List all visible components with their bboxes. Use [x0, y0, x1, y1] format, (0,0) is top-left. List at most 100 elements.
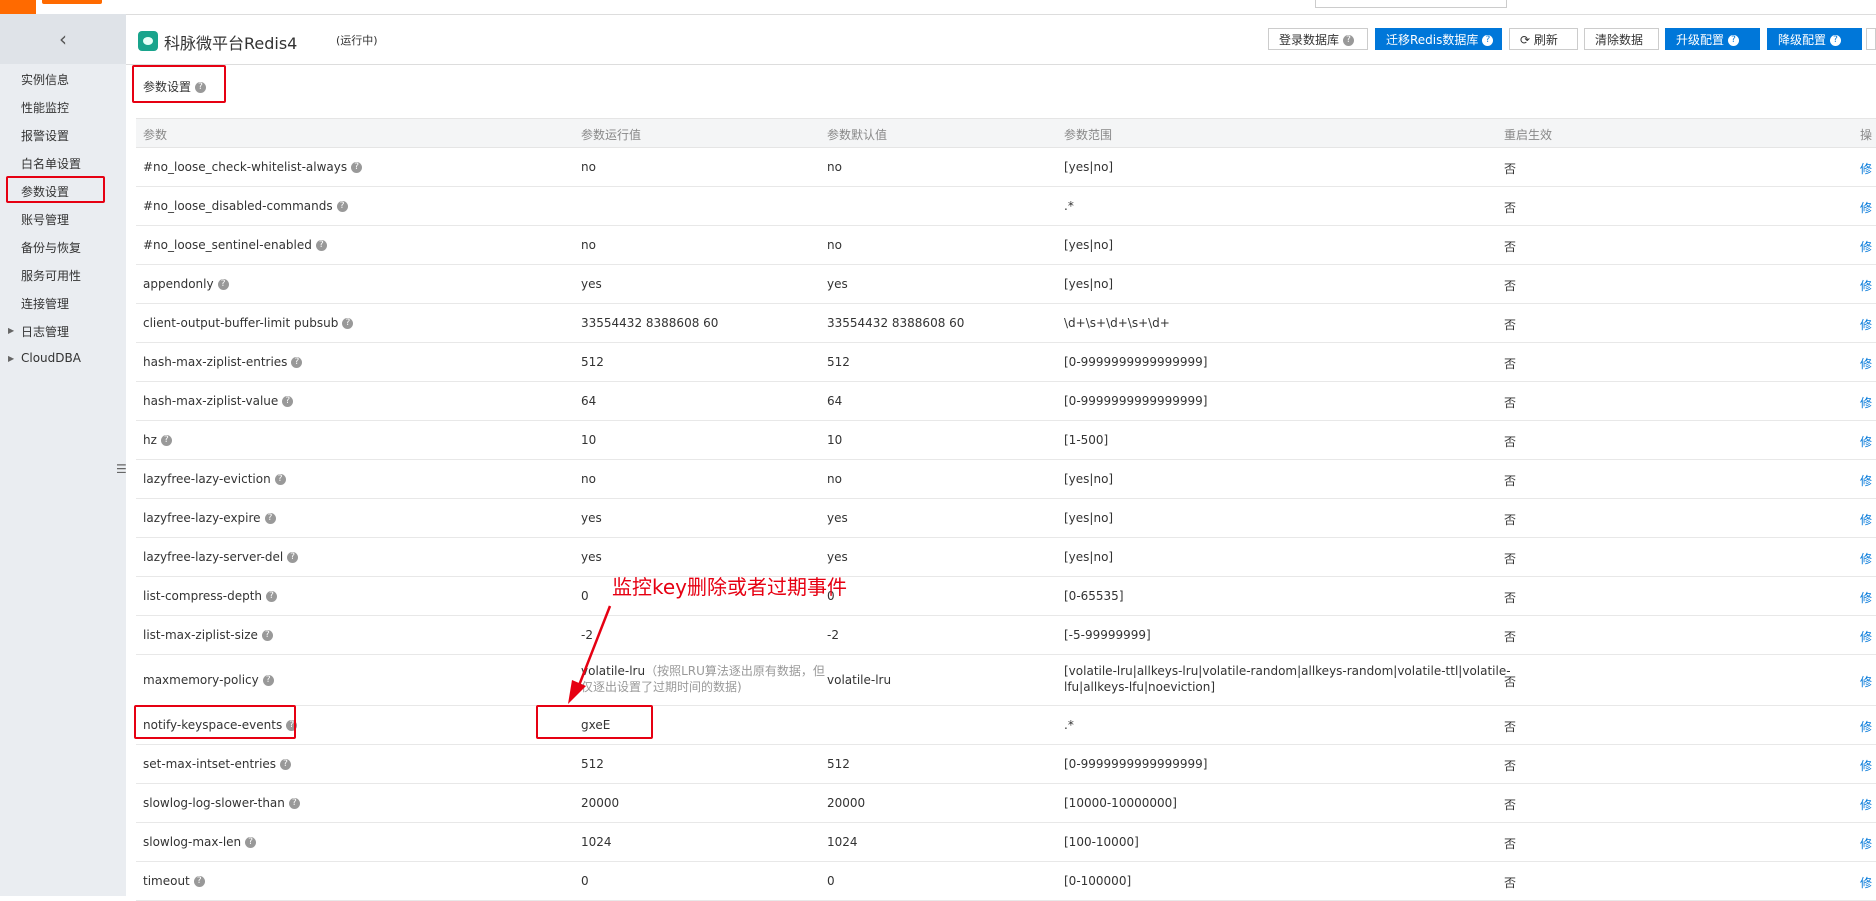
param-running-value: yes	[581, 511, 602, 525]
edit-link[interactable]: 修	[1860, 472, 1872, 489]
param-running-value: volatile-lru（按照LRU算法逐出原有数据，但 仅逐出设置了过期时间的数…	[581, 664, 825, 694]
caret-right-icon[interactable]: ▶	[8, 326, 14, 335]
edit-link[interactable]: 修	[1860, 835, 1872, 852]
param-restart: 否	[1504, 435, 1517, 449]
param-running-value: 20000	[581, 796, 620, 810]
edit-link[interactable]: 修	[1860, 550, 1872, 567]
table-row: hz? 10 10 [1-500] 否 修	[136, 421, 1876, 460]
param-name: client-output-buffer-limit pubsub?	[143, 316, 354, 330]
list-toggle-icon[interactable]: ☰	[116, 462, 127, 476]
param-restart: 否	[1504, 837, 1517, 851]
help-icon: ?	[336, 201, 348, 212]
edit-link[interactable]: 修	[1860, 673, 1872, 690]
sidebar-item-clouddba[interactable]: CloudDBA	[21, 351, 81, 365]
help-icon: ?	[266, 591, 278, 602]
col-running: 参数运行值	[581, 128, 642, 142]
help-icon: ?	[315, 240, 327, 251]
table-row: slowlog-log-slower-than? 20000 20000 [10000…	[136, 784, 1876, 823]
param-restart: 否	[1504, 759, 1517, 773]
table-row: appendonly? yes yes [yes|no] 否 修	[136, 265, 1876, 304]
param-range: [-5-99999999]	[1064, 628, 1151, 642]
param-range: [yes|no]	[1064, 277, 1114, 291]
col-default: 参数默认值	[827, 128, 888, 142]
caret-right-icon[interactable]: ▶	[8, 354, 14, 363]
edit-link[interactable]: 修	[1860, 757, 1872, 774]
param-running-value: no	[581, 238, 596, 252]
help-icon: ?	[351, 162, 363, 173]
sidebar-item-instance-info[interactable]: 实例信息	[21, 71, 69, 88]
table-row: lazyfree-lazy-expire? yes yes [yes|no] 否 修	[136, 499, 1876, 538]
sidebar-item-alarm[interactable]: 报警设置	[21, 127, 69, 144]
table-row: set-max-intset-entries? 512 512 [0-99999999…	[136, 745, 1876, 784]
table-row: list-max-ziplist-size? -2 -2 [-5-99999999] 否…	[136, 616, 1876, 655]
param-name-highlight-box	[134, 705, 296, 739]
more-menu-button[interactable]	[1866, 28, 1876, 50]
param-name: appendonly?	[143, 277, 229, 291]
edit-link[interactable]: 修	[1860, 355, 1872, 372]
edit-link[interactable]: 修	[1860, 394, 1872, 411]
downgrade-config-button[interactable]: 降级配置?	[1767, 28, 1862, 50]
param-restart: 否	[1504, 591, 1517, 605]
edit-link[interactable]: 修	[1860, 796, 1872, 813]
edit-link[interactable]: 修	[1860, 511, 1872, 528]
help-icon: ?	[160, 435, 172, 446]
help-icon: ?	[1482, 35, 1494, 46]
sidebar-item-backup[interactable]: 备份与恢复	[21, 239, 81, 256]
edit-link[interactable]: 修	[1860, 199, 1872, 216]
table-row: hash-max-ziplist-value? 64 64 [0-9999999999…	[136, 382, 1876, 421]
edit-link[interactable]: 修	[1860, 628, 1872, 645]
param-default-value: -2	[827, 628, 839, 642]
edit-link[interactable]: 修	[1860, 316, 1872, 333]
edit-link[interactable]: 修	[1860, 589, 1872, 606]
edit-link[interactable]: 修	[1860, 718, 1872, 735]
param-default-value: 33554432 8388608 60	[827, 316, 965, 330]
table-row: #no_loose_sentinel-enabled? no no [yes|no] 否…	[136, 226, 1876, 265]
sidebar-item-performance[interactable]: 性能监控	[21, 99, 69, 116]
sidebar-collapse-button[interactable]: ‹	[0, 14, 126, 64]
upgrade-config-button[interactable]: 升级配置?	[1665, 28, 1760, 50]
search-input[interactable]	[1315, 0, 1507, 8]
param-restart: 否	[1504, 357, 1517, 371]
help-icon: ?	[261, 630, 273, 641]
param-default-value: 0	[827, 874, 835, 888]
clear-data-button[interactable]: 清除数据	[1584, 28, 1659, 50]
parameter-table: 参数 参数运行值 参数默认值 参数范围 重启生效 操 #no_loose_che…	[136, 118, 1876, 901]
param-running-value: 64	[581, 394, 597, 408]
refresh-button[interactable]: ⟳ 刷新	[1509, 28, 1578, 50]
param-restart: 否	[1504, 876, 1517, 890]
edit-link[interactable]: 修	[1860, 874, 1872, 891]
param-default-value: no	[827, 160, 842, 174]
help-icon: ?	[291, 357, 303, 368]
help-icon: ?	[193, 876, 205, 887]
param-running-value: 1024	[581, 835, 612, 849]
migrate-redis-button[interactable]: 迁移Redis数据库?	[1375, 28, 1502, 50]
help-icon: ?	[262, 675, 274, 686]
help-icon: ?	[1343, 35, 1355, 46]
help-icon: ?	[342, 318, 354, 329]
col-action: 操	[1860, 128, 1873, 142]
param-name: set-max-intset-entries?	[143, 757, 292, 771]
menu-icon[interactable]	[0, 0, 36, 14]
param-restart: 否	[1504, 630, 1517, 644]
sidebar-item-accounts[interactable]: 账号管理	[21, 211, 69, 228]
edit-link[interactable]: 修	[1860, 238, 1872, 255]
refresh-icon: ⟳	[1520, 33, 1531, 47]
edit-link[interactable]: 修	[1860, 277, 1872, 294]
sidebar-item-logs[interactable]: 日志管理	[21, 323, 69, 340]
redis-instance-icon	[138, 31, 158, 51]
sidebar-item-whitelist[interactable]: 白名单设置	[21, 155, 81, 172]
col-restart: 重启生效	[1504, 128, 1553, 142]
param-name: #no_loose_disabled-commands?	[143, 199, 348, 213]
param-name: list-max-ziplist-size?	[143, 628, 273, 642]
edit-link[interactable]: 修	[1860, 433, 1872, 450]
param-restart: 否	[1504, 318, 1517, 332]
table-row: notify-keyspace-events? gxeE .* 否修	[136, 706, 1876, 745]
param-name: #no_loose_check-whitelist-always?	[143, 160, 363, 174]
sidebar-item-connections[interactable]: 连接管理	[21, 295, 69, 312]
param-name: hz?	[143, 433, 172, 447]
login-db-button[interactable]: 登录数据库?	[1268, 28, 1368, 50]
sidebar-item-availability[interactable]: 服务可用性	[21, 267, 81, 284]
table-row: maxmemory-policy? volatile-lru（按照LRU算法逐出…	[136, 655, 1876, 706]
param-name: timeout?	[143, 874, 205, 888]
edit-link[interactable]: 修	[1860, 160, 1872, 177]
